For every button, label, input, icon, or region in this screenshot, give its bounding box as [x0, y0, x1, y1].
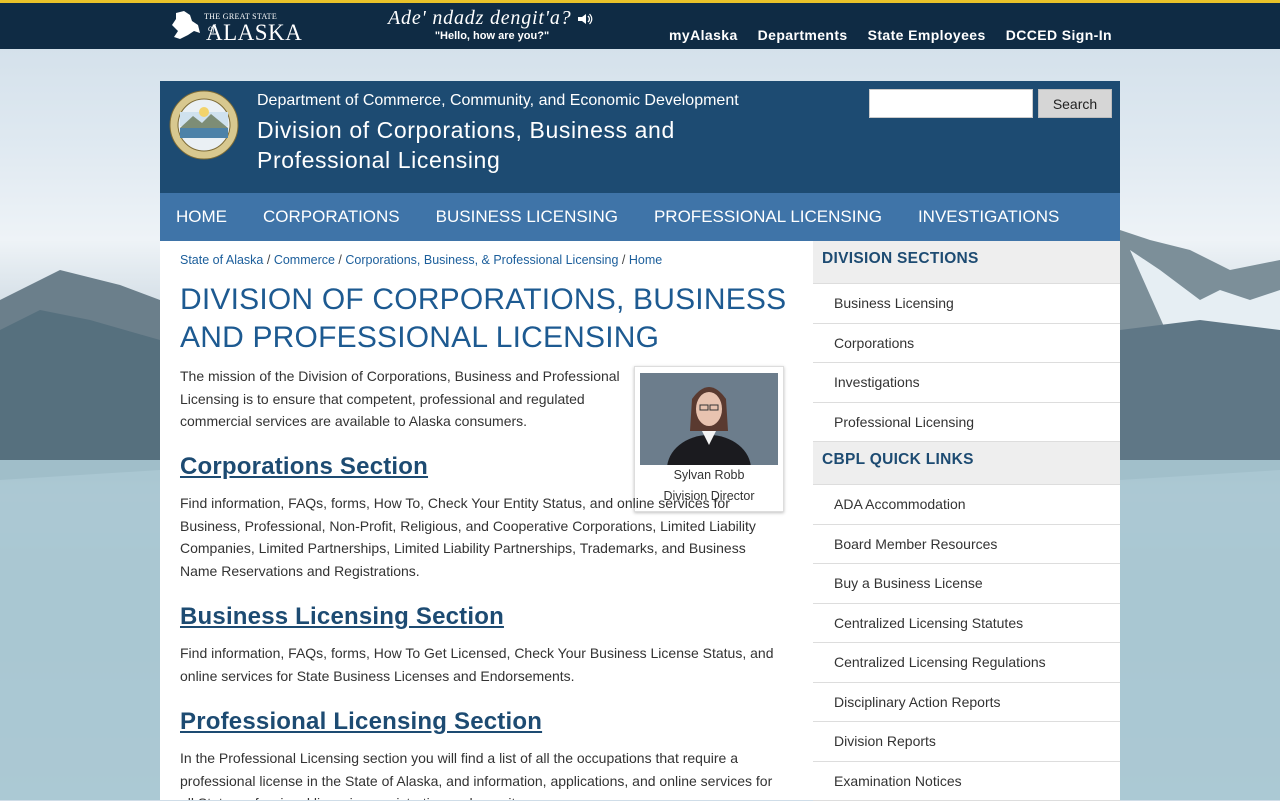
- quick-link-disciplinary-action-reports[interactable]: Disciplinary Action Reports: [813, 683, 1120, 723]
- corporations-section-text: Find information, FAQs, forms, How To, C…: [180, 492, 780, 582]
- quick-links-heading: CBPL QUICK LINKS: [813, 442, 1120, 485]
- top-nav-state-employees[interactable]: State Employees: [868, 27, 986, 43]
- business-licensing-section-link[interactable]: Business Licensing Section: [180, 603, 504, 631]
- quick-link-ada-accommodation[interactable]: ADA Accommodation: [813, 485, 1120, 525]
- sidebar-item-investigations[interactable]: Investigations: [813, 363, 1120, 403]
- page-title: DIVISION OF CORPORATIONS, BUSINESS AND P…: [180, 281, 800, 357]
- quick-link-centralized-licensing-regulations[interactable]: Centralized Licensing Regulations: [813, 643, 1120, 683]
- director-name: Sylvan Robb: [635, 465, 783, 486]
- speaker-icon[interactable]: [577, 13, 593, 25]
- sidebar: DIVISION SECTIONS Business Licensing Cor…: [813, 241, 1120, 800]
- top-nav-myalaska[interactable]: myAlaska: [669, 27, 738, 43]
- state-seal-icon[interactable]: [169, 90, 239, 160]
- nav-professional-licensing[interactable]: PROFESSIONAL LICENSING: [638, 207, 898, 227]
- business-licensing-section-text: Find information, FAQs, forms, How To Ge…: [180, 642, 780, 687]
- native-phrase: Ade' ndadz dengit'a?: [388, 7, 571, 30]
- department-name: Department of Commerce, Community, and E…: [257, 92, 739, 110]
- search-input[interactable]: [869, 89, 1033, 118]
- nav-investigations[interactable]: INVESTIGATIONS: [902, 207, 1075, 227]
- top-nav-dcced-sign-in[interactable]: DCCED Sign-In: [1006, 27, 1112, 43]
- quick-link-centralized-licensing-statutes[interactable]: Centralized Licensing Statutes: [813, 604, 1120, 644]
- main-nav: HOME CORPORATIONS BUSINESS LICENSING PRO…: [160, 193, 1120, 241]
- main-content: State of Alaska / Commerce / Corporation…: [160, 241, 813, 800]
- alaska-map-icon: [170, 9, 204, 41]
- quick-link-board-member-resources[interactable]: Board Member Resources: [813, 525, 1120, 565]
- division-name: Division of Corporations, Business and P…: [257, 115, 777, 175]
- alaska-logo[interactable]: THE GREAT STATE of ALASKA: [170, 9, 310, 45]
- page-container: Department of Commerce, Community, and E…: [160, 81, 1120, 800]
- breadcrumb: State of Alaska / Commerce / Corporation…: [180, 253, 662, 267]
- breadcrumb-commerce[interactable]: Commerce: [274, 253, 335, 267]
- corporations-section-link[interactable]: Corporations Section: [180, 453, 428, 481]
- breadcrumb-home[interactable]: Home: [629, 253, 662, 267]
- nav-home[interactable]: HOME: [160, 207, 243, 227]
- native-translation: "Hello, how are you?": [356, 30, 628, 42]
- sidebar-item-corporations[interactable]: Corporations: [813, 324, 1120, 364]
- nav-corporations[interactable]: CORPORATIONS: [247, 207, 416, 227]
- quick-link-buy-business-license[interactable]: Buy a Business License: [813, 564, 1120, 604]
- top-nav-departments[interactable]: Departments: [758, 27, 848, 43]
- state-top-bar: THE GREAT STATE of ALASKA Ade' ndadz den…: [0, 0, 1280, 49]
- sidebar-item-business-licensing[interactable]: Business Licensing: [813, 284, 1120, 324]
- director-card: Sylvan Robb Division Director: [634, 366, 784, 512]
- division-header: Department of Commerce, Community, and E…: [160, 81, 1120, 193]
- native-greeting: Ade' ndadz dengit'a? "Hello, how are you…: [388, 7, 628, 42]
- director-portrait: [640, 373, 778, 465]
- logo-wordmark: ALASKA: [206, 20, 302, 46]
- top-nav: myAlaska Departments State Employees DCC…: [669, 27, 1112, 43]
- division-sections-heading: DIVISION SECTIONS: [813, 241, 1120, 284]
- search-button[interactable]: Search: [1038, 89, 1112, 118]
- nav-business-licensing[interactable]: BUSINESS LICENSING: [420, 207, 634, 227]
- mission-text: The mission of the Division of Corporati…: [180, 365, 620, 433]
- professional-licensing-section-link[interactable]: Professional Licensing Section: [180, 708, 542, 736]
- quick-link-examination-notices[interactable]: Examination Notices: [813, 762, 1120, 801]
- breadcrumb-state-of-alaska[interactable]: State of Alaska: [180, 253, 263, 267]
- breadcrumb-cbpl[interactable]: Corporations, Business, & Professional L…: [345, 253, 618, 267]
- quick-link-division-reports[interactable]: Division Reports: [813, 722, 1120, 762]
- sidebar-item-professional-licensing[interactable]: Professional Licensing: [813, 403, 1120, 443]
- professional-licensing-section-text: In the Professional Licensing section yo…: [180, 747, 780, 800]
